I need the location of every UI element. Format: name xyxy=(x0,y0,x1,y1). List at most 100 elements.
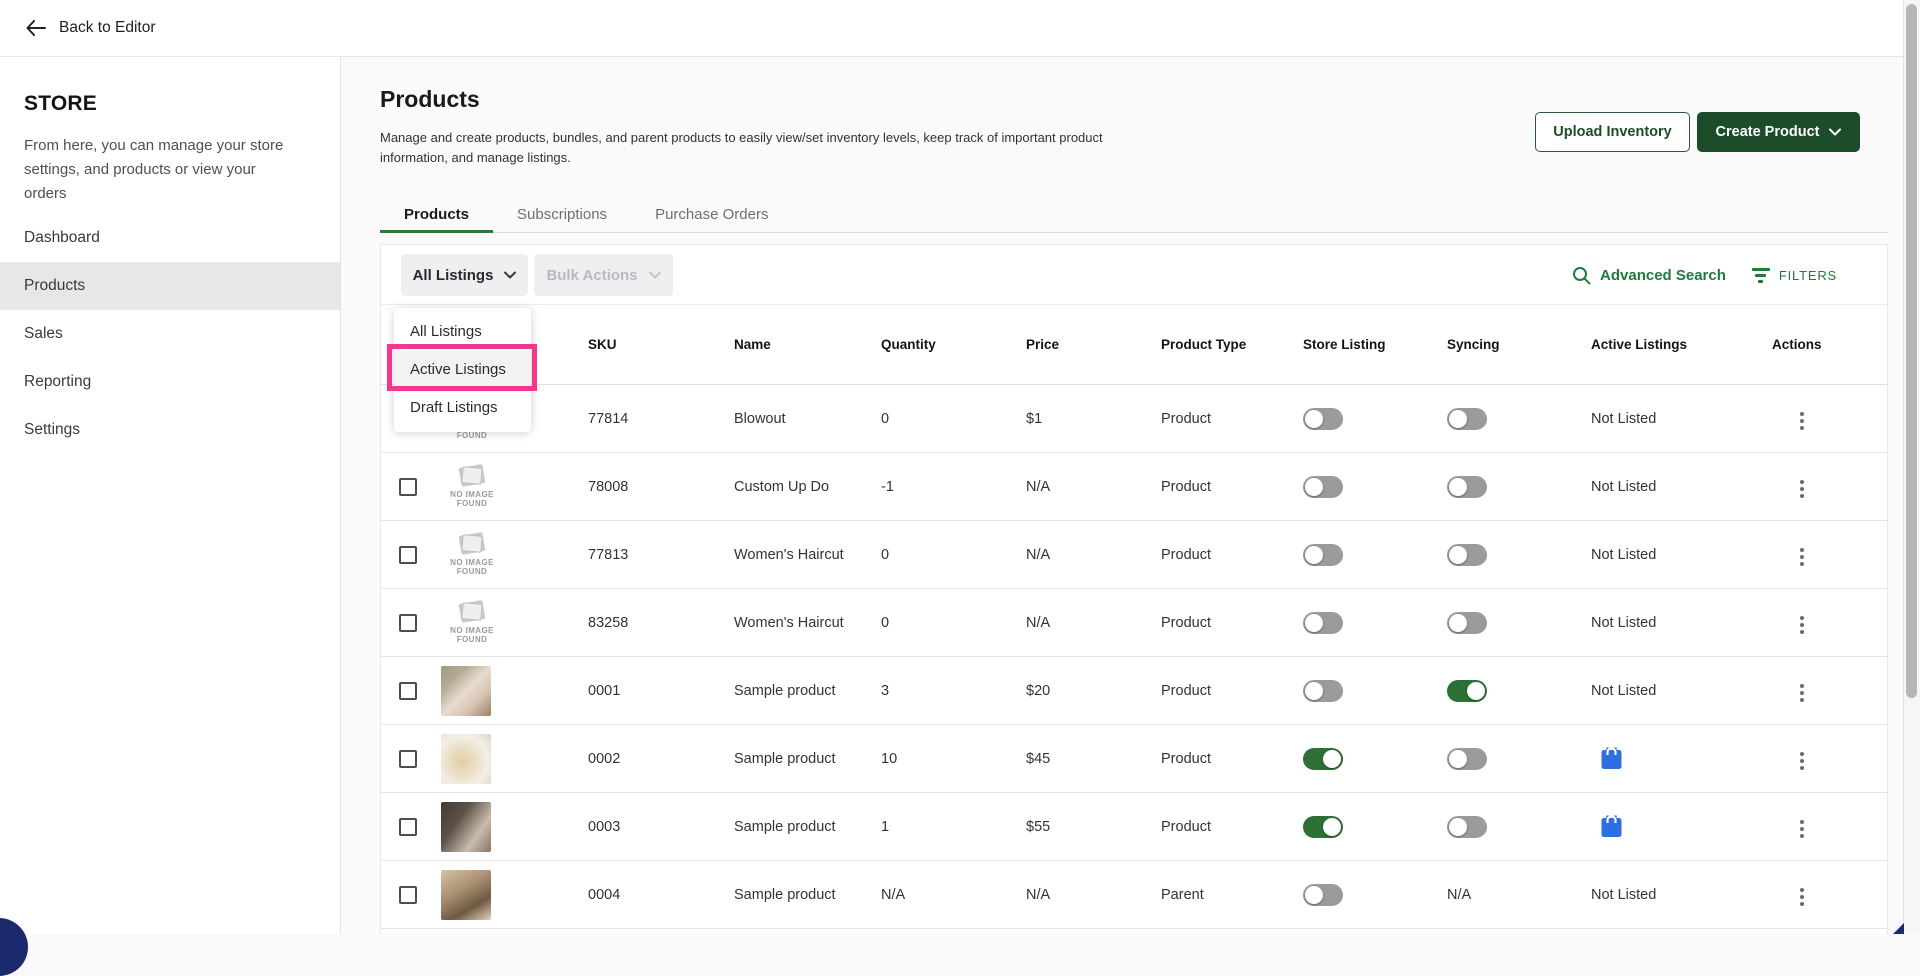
sidebar-item-dashboard[interactable]: Dashboard xyxy=(0,214,340,262)
row-checkbox[interactable] xyxy=(399,613,417,632)
toggle-off[interactable] xyxy=(1447,475,1487,498)
toggle-on[interactable] xyxy=(1303,815,1343,838)
cell-name: Custom Up Do xyxy=(734,478,830,495)
kebab-menu-icon[interactable] xyxy=(1796,680,1808,706)
kebab-menu-icon[interactable] xyxy=(1796,612,1808,638)
table-toolbar: All Listings Bulk Actions Advanced Searc… xyxy=(381,245,1887,304)
cell-actions xyxy=(1772,744,1887,774)
product-thumbnail xyxy=(441,869,491,920)
cell-product-type: Product xyxy=(1161,410,1211,427)
toggle-off[interactable] xyxy=(1447,407,1487,430)
cell-image: NO IMAGE FOUND xyxy=(441,602,588,644)
sidebar-description: From here, you can manage your store set… xyxy=(24,137,284,202)
create-product-button[interactable]: Create Product xyxy=(1697,112,1860,152)
toggle-knob xyxy=(1305,409,1323,428)
upload-inventory-button[interactable]: Upload Inventory xyxy=(1535,112,1690,152)
cell-syncing xyxy=(1447,747,1591,770)
advanced-search-label: Advanced Search xyxy=(1600,266,1726,284)
row-checkbox[interactable] xyxy=(399,477,417,496)
column-header-syncing: Syncing xyxy=(1447,337,1500,352)
cell-active-listings: Not Listed xyxy=(1591,682,1657,699)
cell-active-listings xyxy=(1591,743,1772,775)
column-header-price: Price xyxy=(1026,337,1060,352)
toggle-on[interactable] xyxy=(1303,747,1343,770)
vertical-scrollbar[interactable] xyxy=(1903,0,1920,934)
toggle-off[interactable] xyxy=(1447,815,1487,838)
toggle-off[interactable] xyxy=(1303,611,1343,634)
cell-sku: 0003 xyxy=(588,818,621,835)
toggle-off[interactable] xyxy=(1303,543,1343,566)
row-checkbox[interactable] xyxy=(399,885,417,904)
cell-name: Sample product xyxy=(734,750,836,767)
cell-image: NO IMAGE FOUND xyxy=(441,466,588,508)
sidebar-item-sales[interactable]: Sales xyxy=(0,310,340,358)
cell-image: NO IMAGE FOUND xyxy=(441,534,588,576)
toggle-off[interactable] xyxy=(1447,611,1487,634)
kebab-menu-icon[interactable] xyxy=(1796,544,1808,570)
back-to-editor-link[interactable]: Back to Editor xyxy=(26,0,156,56)
toggle-knob xyxy=(1449,409,1467,428)
row-checkbox[interactable] xyxy=(399,749,417,768)
no-image-label: NO IMAGE FOUND xyxy=(450,489,494,508)
menu-item-active-listings[interactable]: Active Listings xyxy=(394,351,531,389)
tab-subscriptions[interactable]: Subscriptions xyxy=(493,197,631,232)
scrollbar-thumb[interactable] xyxy=(1906,4,1917,698)
toggle-knob xyxy=(1449,749,1467,768)
filters-button[interactable]: FILTERS xyxy=(1751,267,1837,283)
bulk-actions-label: Bulk Actions xyxy=(546,266,638,284)
cell-checkbox xyxy=(399,613,441,632)
toggle-off[interactable] xyxy=(1447,747,1487,770)
search-icon xyxy=(1573,266,1591,284)
cell-name: Sample product xyxy=(734,818,836,835)
column-header-product-type: Product Type xyxy=(1161,337,1247,352)
row-checkbox[interactable] xyxy=(399,817,417,836)
cell-quantity: 0 xyxy=(881,614,890,631)
no-image-label: NO IMAGE FOUND xyxy=(450,557,494,576)
toggle-on[interactable] xyxy=(1447,679,1487,702)
row-checkbox[interactable] xyxy=(399,681,417,700)
kebab-menu-icon[interactable] xyxy=(1796,408,1808,434)
top-bar: Back to Editor xyxy=(0,0,1920,57)
sidebar-item-products[interactable]: Products xyxy=(0,262,340,310)
tab-purchase-orders[interactable]: Purchase Orders xyxy=(631,197,792,232)
product-thumbnail xyxy=(441,665,491,716)
toggle-off[interactable] xyxy=(1447,543,1487,566)
menu-item-draft-listings[interactable]: Draft Listings xyxy=(394,389,531,427)
product-thumbnail xyxy=(441,733,491,784)
listings-filter-dropdown[interactable]: All Listings xyxy=(401,254,528,296)
chevron-down-icon xyxy=(648,271,661,279)
bulk-actions-dropdown[interactable]: Bulk Actions xyxy=(534,254,673,296)
table-row-partial xyxy=(381,929,1887,934)
toggle-off[interactable] xyxy=(1303,679,1343,702)
toggle-off[interactable] xyxy=(1303,883,1343,906)
cell-sku: 77814 xyxy=(588,410,629,427)
cell-actions xyxy=(1772,540,1887,570)
cell-image xyxy=(441,733,588,784)
kebab-menu-icon[interactable] xyxy=(1796,816,1808,842)
column-header-name: Name xyxy=(734,337,771,352)
cell-store-listing xyxy=(1303,679,1447,702)
kebab-menu-icon[interactable] xyxy=(1796,748,1808,774)
cell-checkbox xyxy=(399,477,441,496)
advanced-search-button[interactable]: Advanced Search xyxy=(1572,266,1726,285)
row-checkbox[interactable] xyxy=(399,545,417,564)
tab-products[interactable]: Products xyxy=(380,197,494,233)
cell-quantity: -1 xyxy=(881,478,894,495)
cell-sku: 0004 xyxy=(588,886,621,903)
cell-actions xyxy=(1772,812,1887,842)
cell-store-listing xyxy=(1303,747,1447,770)
sidebar-item-settings[interactable]: Settings xyxy=(0,406,340,454)
sidebar-item-reporting[interactable]: Reporting xyxy=(0,358,340,406)
kebab-menu-icon[interactable] xyxy=(1796,476,1808,502)
shopping-bag-icon[interactable] xyxy=(1599,746,1624,775)
column-header-actions: Actions xyxy=(1772,337,1822,352)
kebab-menu-icon[interactable] xyxy=(1796,884,1808,910)
shopping-bag-icon[interactable] xyxy=(1599,814,1624,843)
toggle-off[interactable] xyxy=(1303,475,1343,498)
toggle-off[interactable] xyxy=(1303,407,1343,430)
menu-item-all-listings[interactable]: All Listings xyxy=(394,313,531,351)
image-icon xyxy=(460,602,484,621)
toggle-knob xyxy=(1323,817,1341,836)
cell-product-type: Product xyxy=(1161,478,1211,495)
cell-checkbox xyxy=(399,885,441,904)
